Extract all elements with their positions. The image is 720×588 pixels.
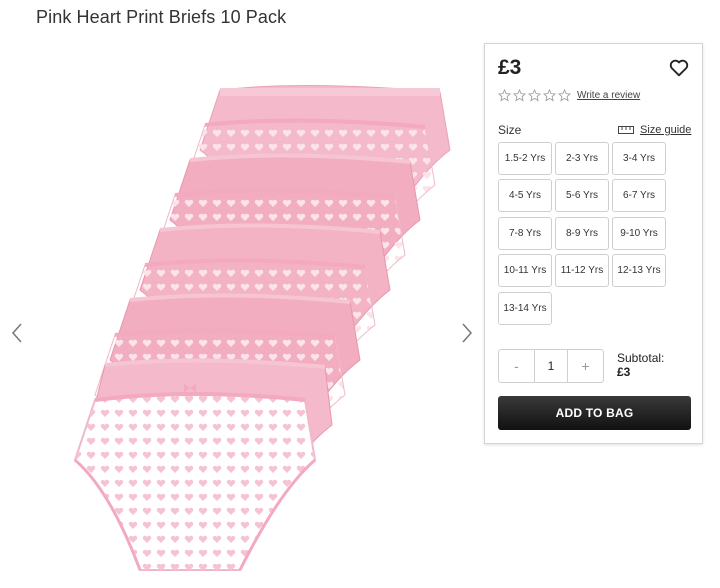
product-title: Pink Heart Print Briefs 10 Pack: [36, 7, 287, 27]
size-option[interactable]: 10-11 Yrs: [498, 254, 552, 287]
size-option[interactable]: 5-6 Yrs: [555, 179, 609, 212]
size-option[interactable]: 4-5 Yrs: [498, 179, 552, 212]
star-outline-icon: [513, 89, 526, 102]
size-option[interactable]: 11-12 Yrs: [555, 254, 609, 287]
subtotal-label: Subtotal:: [617, 351, 665, 365]
quantity-stepper: - 1 +: [498, 349, 604, 383]
size-option[interactable]: 9-10 Yrs: [612, 217, 666, 250]
star-outline-icon: [543, 89, 556, 102]
subtotal: Subtotal: £3: [617, 351, 664, 379]
ruler-icon: [618, 126, 634, 134]
star-outline-icon: [558, 89, 571, 102]
size-option[interactable]: 1.5-2 Yrs: [498, 142, 552, 175]
size-guide-link[interactable]: Size guide: [618, 124, 691, 136]
size-option[interactable]: 7-8 Yrs: [498, 217, 552, 250]
chevron-left-icon[interactable]: [10, 322, 24, 344]
star-outline-icon: [498, 89, 511, 102]
price: £3: [498, 56, 522, 79]
rating-row: Write a review: [498, 89, 640, 102]
purchase-panel: £3 Write a review Size Size guide 1.5-2 …: [484, 43, 703, 444]
brief-10: [73, 384, 317, 571]
image-gallery: [0, 60, 482, 585]
decrease-quantity-button[interactable]: -: [499, 350, 534, 382]
size-option[interactable]: 3-4 Yrs: [612, 142, 666, 175]
chevron-right-icon[interactable]: [460, 322, 474, 344]
subtotal-amount: £3: [617, 365, 631, 379]
size-option[interactable]: 2-3 Yrs: [555, 142, 609, 175]
increase-quantity-button[interactable]: +: [568, 350, 603, 382]
size-option[interactable]: 13-14 Yrs: [498, 292, 552, 325]
add-to-bag-button[interactable]: ADD TO BAG: [498, 396, 691, 430]
quantity-value[interactable]: 1: [534, 350, 568, 382]
product-image: [73, 84, 451, 571]
star-outline-icon: [528, 89, 541, 102]
size-option[interactable]: 8-9 Yrs: [555, 217, 609, 250]
size-option[interactable]: 12-13 Yrs: [612, 254, 666, 287]
size-guide-label: Size guide: [640, 124, 692, 136]
size-option[interactable]: 6-7 Yrs: [612, 179, 666, 212]
size-label: Size: [498, 123, 522, 137]
write-review-link[interactable]: Write a review: [577, 90, 640, 101]
heart-icon[interactable]: [668, 57, 690, 79]
